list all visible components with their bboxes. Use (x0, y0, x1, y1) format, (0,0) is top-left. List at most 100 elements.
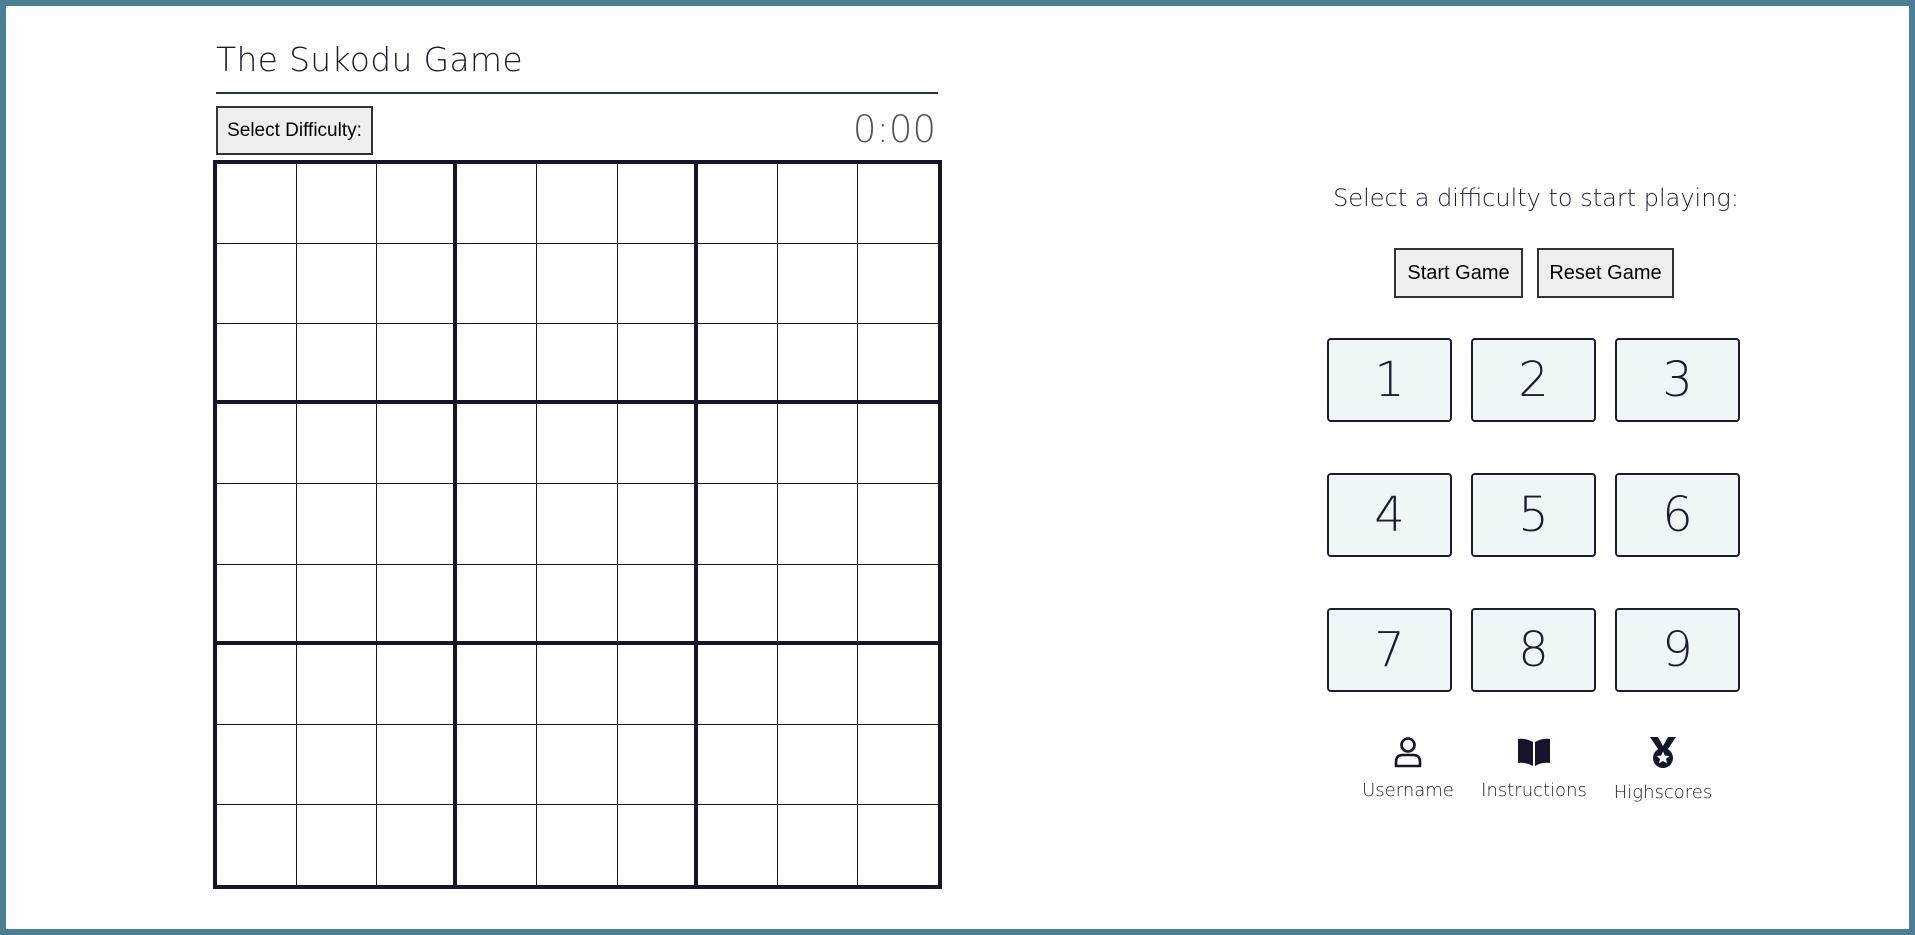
select-difficulty-button[interactable]: Select Difficulty: (216, 106, 373, 155)
board-cell[interactable] (697, 644, 778, 725)
board-cell[interactable] (297, 804, 378, 885)
board-cell[interactable] (377, 484, 458, 565)
board-cell[interactable] (377, 724, 458, 805)
board-cell[interactable] (617, 564, 698, 645)
highscores-label: Highscores (1613, 782, 1713, 803)
instructions-link[interactable]: Instructions (1477, 736, 1591, 801)
board-cell[interactable] (297, 724, 378, 805)
board-cell[interactable] (777, 644, 858, 725)
board-cell[interactable] (457, 804, 538, 885)
board-cell[interactable] (457, 404, 538, 485)
board-cell[interactable] (617, 164, 698, 245)
board-cell[interactable] (297, 564, 378, 645)
number-button-5[interactable]: 5 (1471, 473, 1596, 557)
board-cell[interactable] (377, 804, 458, 885)
highscores-link[interactable]: Highscores (1608, 736, 1718, 803)
board-cell[interactable] (457, 644, 538, 725)
board-cell[interactable] (217, 324, 298, 405)
board-cell[interactable] (377, 244, 458, 325)
board-cell[interactable] (297, 164, 378, 245)
board-cell[interactable] (217, 804, 298, 885)
board-cell[interactable] (777, 244, 858, 325)
board-cell[interactable] (617, 484, 698, 565)
board-cell[interactable] (297, 484, 378, 565)
board-cell[interactable] (777, 164, 858, 245)
board-cell[interactable] (377, 324, 458, 405)
board-cell[interactable] (857, 324, 938, 405)
board-cell[interactable] (777, 404, 858, 485)
board-cell[interactable] (297, 324, 378, 405)
board-cell[interactable] (857, 164, 938, 245)
difficulty-prompt: Select a difficulty to start playing: (1333, 184, 1739, 212)
number-button-8[interactable]: 8 (1471, 608, 1596, 692)
number-button-6[interactable]: 6 (1615, 473, 1740, 557)
board-cell[interactable] (857, 644, 938, 725)
board-cell[interactable] (377, 164, 458, 245)
username-link[interactable]: Username (1358, 736, 1458, 801)
board-cell[interactable] (297, 644, 378, 725)
board-cell[interactable] (537, 804, 618, 885)
board-cell[interactable] (457, 164, 538, 245)
board-cell[interactable] (537, 564, 618, 645)
board-cell[interactable] (777, 484, 858, 565)
board-cell[interactable] (217, 564, 298, 645)
number-button-4[interactable]: 4 (1327, 473, 1452, 557)
board-cell[interactable] (457, 724, 538, 805)
board-cell[interactable] (857, 404, 938, 485)
number-button-1[interactable]: 1 (1327, 338, 1452, 422)
board-cell[interactable] (697, 324, 778, 405)
title-divider (216, 92, 938, 94)
board-cell[interactable] (617, 404, 698, 485)
board-cell[interactable] (697, 484, 778, 565)
board-cell[interactable] (857, 804, 938, 885)
board-cell[interactable] (777, 324, 858, 405)
board-cell[interactable] (697, 244, 778, 325)
board-cell[interactable] (457, 324, 538, 405)
board-cell[interactable] (217, 724, 298, 805)
board-cell[interactable] (457, 564, 538, 645)
reset-game-button[interactable]: Reset Game (1537, 248, 1674, 298)
board-cell[interactable] (857, 244, 938, 325)
board-cell[interactable] (377, 564, 458, 645)
board-cell[interactable] (617, 804, 698, 885)
board-cell[interactable] (537, 324, 618, 405)
board-cell[interactable] (617, 244, 698, 325)
board-cell[interactable] (777, 724, 858, 805)
number-button-3[interactable]: 3 (1615, 338, 1740, 422)
number-button-9[interactable]: 9 (1615, 608, 1740, 692)
board-cell[interactable] (297, 404, 378, 485)
board-cell[interactable] (777, 564, 858, 645)
board-cell[interactable] (537, 484, 618, 565)
board-cell[interactable] (537, 404, 618, 485)
board-cell[interactable] (697, 164, 778, 245)
board-cell[interactable] (857, 484, 938, 565)
board-cell[interactable] (217, 484, 298, 565)
board-cell[interactable] (617, 644, 698, 725)
board-cell[interactable] (217, 244, 298, 325)
board-cell[interactable] (457, 244, 538, 325)
board-cell[interactable] (697, 804, 778, 885)
board-cell[interactable] (217, 164, 298, 245)
board-cell[interactable] (697, 724, 778, 805)
board-cell[interactable] (537, 644, 618, 725)
number-button-2[interactable]: 2 (1471, 338, 1596, 422)
board-cell[interactable] (857, 564, 938, 645)
board-cell[interactable] (537, 724, 618, 805)
board-cell[interactable] (377, 644, 458, 725)
number-button-7[interactable]: 7 (1327, 608, 1452, 692)
board-cell[interactable] (217, 404, 298, 485)
board-cell[interactable] (857, 724, 938, 805)
board-cell[interactable] (697, 564, 778, 645)
page-title: The Sukodu Game (216, 40, 523, 79)
board-cell[interactable] (617, 324, 698, 405)
board-cell[interactable] (537, 244, 618, 325)
start-game-button[interactable]: Start Game (1394, 248, 1523, 298)
board-cell[interactable] (297, 244, 378, 325)
board-cell[interactable] (697, 404, 778, 485)
board-cell[interactable] (217, 644, 298, 725)
board-cell[interactable] (617, 724, 698, 805)
board-cell[interactable] (777, 804, 858, 885)
board-cell[interactable] (457, 484, 538, 565)
board-cell[interactable] (537, 164, 618, 245)
board-cell[interactable] (377, 404, 458, 485)
